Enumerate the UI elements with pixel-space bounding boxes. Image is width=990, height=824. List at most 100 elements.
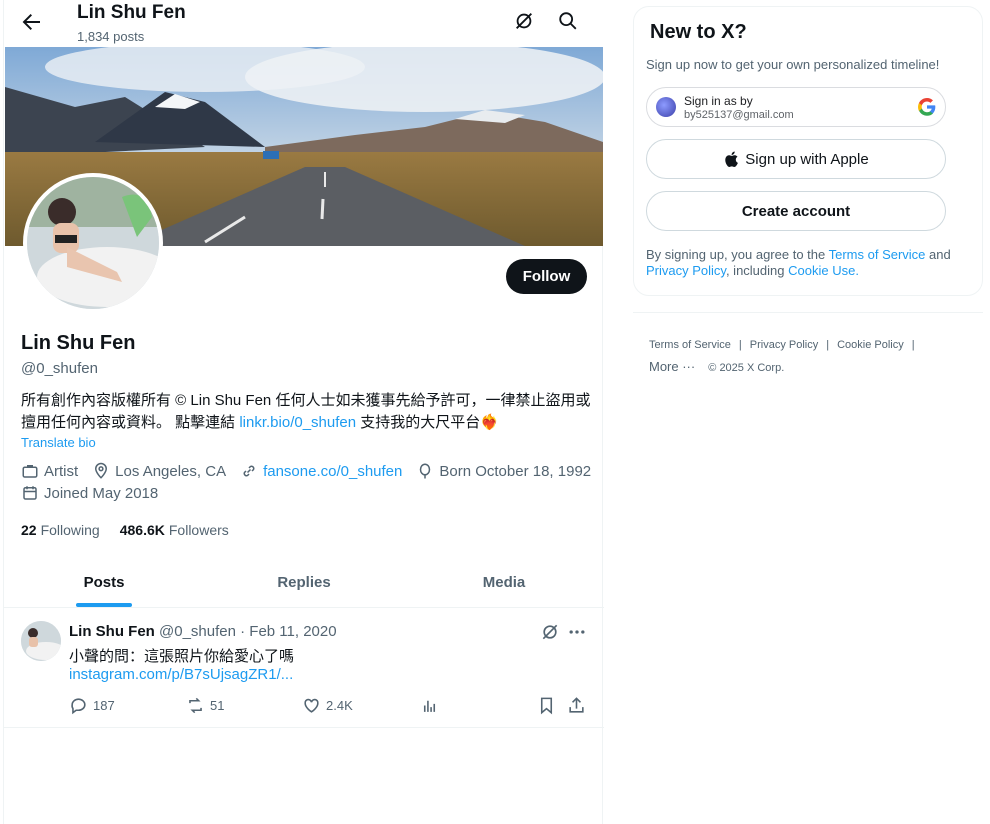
repost-action[interactable]: 51 (186, 696, 224, 715)
footer-row-1: Terms of Service | Privacy Policy | Cookie P… (649, 334, 969, 356)
repost-count: 51 (210, 698, 225, 713)
sidebar-footer: Terms of Service | Privacy Policy | Cookie P… (649, 334, 969, 379)
birthday-item: Born October 18, 1992 (416, 462, 591, 480)
signup-legal-text: By signing up, you agree to the Terms of… (646, 247, 966, 279)
profile-bio: 所有創作內容版權所有 © Lin Shu Fen 任何人士如未獲事先給予許可，一… (21, 390, 591, 434)
footer-privacy-link[interactable]: Privacy Policy (750, 339, 818, 351)
terms-link[interactable]: Terms of Service (829, 247, 926, 262)
post-avatar-image (21, 621, 61, 661)
website-link[interactable]: fansone.co/0_shufen (263, 463, 402, 480)
category-item: Artist (21, 462, 78, 480)
tab-media-label: Media (482, 574, 526, 591)
google-signin-button[interactable]: Sign in as by by525137@gmail.com (646, 87, 946, 127)
grok-icon[interactable] (540, 622, 560, 642)
views-action[interactable] (420, 696, 444, 715)
tab-media[interactable]: Media (404, 558, 604, 607)
privacy-link[interactable]: Privacy Policy (646, 263, 726, 278)
tab-replies[interactable]: Replies (204, 558, 404, 607)
category-label: Artist (44, 462, 79, 480)
cookie-use-link[interactable]: Cookie Use (788, 263, 855, 278)
repost-icon (189, 697, 202, 714)
signup-card: New to X? Sign up now to get your own pe… (633, 6, 983, 296)
footer-separator: | (738, 339, 742, 351)
analytics-icon (423, 700, 436, 712)
balloon-icon (420, 463, 431, 479)
location-label: Los Angeles, CA (115, 462, 227, 480)
active-tab-indicator (76, 603, 132, 607)
follow-button[interactable]: Follow (506, 259, 587, 294)
reply-count: 187 (93, 698, 115, 713)
profile-handle: @0_shufen (21, 360, 98, 377)
post-header: Lin Shu Fen @0_shufen · Feb 11, 2020 (69, 623, 337, 640)
more-options-icon[interactable] (567, 622, 587, 642)
location-item: Los Angeles, CA (92, 462, 226, 480)
share-action[interactable] (567, 696, 591, 715)
following-label: Following (40, 522, 100, 538)
post-author-name[interactable]: Lin Shu Fen (69, 623, 155, 640)
footer-separator: | (911, 339, 915, 351)
header-posts-count: 1,834 posts (77, 29, 145, 44)
grok-icon[interactable] (513, 10, 535, 32)
profile-avatar[interactable] (23, 173, 163, 313)
like-action[interactable]: 2.4K (302, 696, 353, 715)
bio-text-part-2: 支持我的大尺平台 (356, 414, 481, 431)
back-arrow-icon[interactable] (19, 10, 43, 34)
apple-signup-label: Sign up with Apple (745, 150, 869, 168)
briefcase-icon (22, 465, 38, 478)
footer-row-2: More ··· © 2025 X Corp. (649, 356, 969, 379)
follow-stats: 22 Following 486.6K Followers (21, 522, 249, 538)
translate-bio-link[interactable]: Translate bio (21, 435, 96, 450)
search-icon[interactable] (557, 10, 579, 32)
google-account-avatar (656, 97, 676, 117)
legal-including: , including (725, 263, 789, 278)
reply-icon (71, 698, 86, 715)
footer-more-button[interactable]: More ··· (649, 359, 695, 374)
bio-link[interactable]: linkr.bio/0_shufen (239, 414, 356, 431)
bookmark-icon (540, 697, 553, 715)
followers-count: 486.6K (119, 522, 165, 538)
post-meta: @0_shufen · Feb 11, 2020 (159, 623, 337, 640)
fire-heart-emoji-icon: ❤️‍🔥 (480, 414, 499, 431)
post-text: 小聲的問：這張照片你給愛心了嗎 (69, 648, 295, 665)
tab-posts[interactable]: Posts (4, 558, 204, 607)
avatar-photo-image (27, 177, 159, 309)
birthday-label: Born October 18, 1992 (439, 462, 592, 480)
post-item[interactable]: Lin Shu Fen @0_shufen · Feb 11, 2020 小聲的… (4, 608, 604, 728)
post-link[interactable]: instagram.com/p/B7sUjsagZR1/... (69, 666, 293, 683)
followers-stat[interactable]: 486.6K Followers (120, 522, 229, 538)
create-account-button[interactable]: Create account (646, 191, 946, 231)
main-column: Lin Shu Fen 1,834 posts Follow Lin Shu F… (3, 0, 605, 824)
link-icon (243, 465, 255, 477)
legal-and: and (925, 247, 951, 262)
header-name: Lin Shu Fen (77, 2, 186, 23)
google-signin-label: Sign in as by (684, 94, 753, 108)
google-logo-icon (918, 98, 936, 116)
footer-separator: | (826, 339, 830, 351)
following-stat[interactable]: 22 Following (21, 522, 100, 538)
footer-terms-link[interactable]: Terms of Service (649, 339, 731, 351)
followers-label: Followers (168, 522, 229, 538)
footer-cookie-link[interactable]: Cookie Policy (837, 339, 904, 351)
reply-action[interactable]: 187 (69, 696, 115, 715)
joined-item: Joined May 2018 (21, 484, 158, 502)
footer-copyright: © 2025 X Corp. (708, 362, 785, 374)
signup-subtitle: Sign up now to get your own personalized… (646, 57, 940, 72)
profile-header-bar: Lin Shu Fen 1,834 posts (4, 0, 604, 47)
sidebar-divider (633, 312, 983, 313)
calendar-icon (23, 486, 37, 500)
bookmark-action[interactable] (537, 696, 561, 715)
profile-tabs: Posts Replies Media (4, 558, 604, 608)
create-account-label: Create account (741, 202, 851, 220)
profile-meta-row-1: Artist Los Angeles, CA fansone.co/0_shuf… (21, 462, 605, 480)
apple-signup-button[interactable]: Sign up with Apple (646, 139, 946, 179)
legal-prefix: By signing up, you agree to the (646, 247, 829, 262)
joined-label: Joined May 2018 (44, 484, 159, 502)
tab-replies-label: Replies (277, 574, 331, 591)
heart-icon (304, 698, 319, 713)
share-icon (569, 697, 584, 713)
location-pin-icon (95, 462, 108, 479)
following-count: 22 (21, 522, 37, 538)
apple-logo-icon (725, 151, 739, 167)
post-author-avatar[interactable] (21, 621, 61, 661)
tab-posts-label: Posts (83, 574, 125, 591)
